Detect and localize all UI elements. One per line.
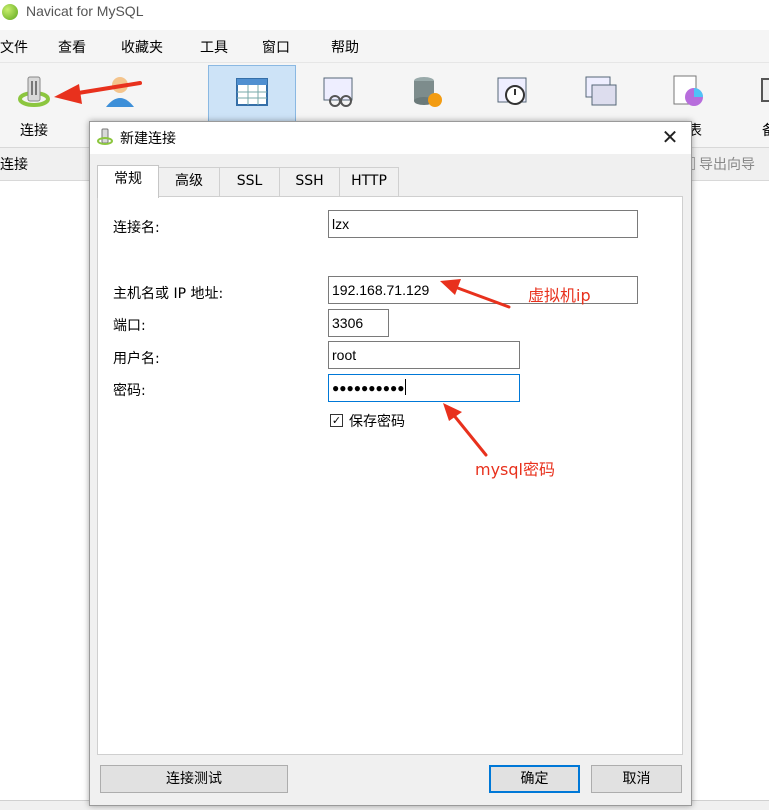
menu-view[interactable]: 查看 [58,37,86,57]
tab-advanced[interactable]: 高级 [158,167,220,196]
user-label: 用户名: [113,351,160,367]
port-label: 端口: [113,318,146,334]
cancel-button[interactable]: 取消 [591,765,682,793]
tab-ssh[interactable]: SSH [279,167,340,196]
menu-help[interactable]: 帮助 [331,37,359,57]
menu-file[interactable]: 文件 [0,37,28,57]
report-icon [673,75,703,106]
connection-pane-label: 连接 [0,157,28,173]
app-titlebar: Navicat for MySQL [0,0,769,28]
toolbar-connection-button[interactable]: 连接 [0,65,77,143]
connection-name-label: 连接名: [113,220,160,236]
save-password-checkbox[interactable]: ✓ [330,414,343,427]
ip-annotation: 虚拟机ip [528,286,591,305]
menu-bar: 文件 查看 收藏夹 工具 窗口 帮助 [0,30,769,63]
tab-general[interactable]: 常规 [97,165,159,198]
ok-button[interactable]: 确定 [489,765,580,793]
navicat-logo-icon [2,4,18,20]
password-value: ●●●●●●●●●● [332,381,405,395]
text-caret [405,379,407,395]
tab-http[interactable]: HTTP [339,167,399,196]
user-icon [106,77,134,107]
toolbar-label: 备份 [733,120,769,140]
password-label: 密码: [113,383,146,399]
mysql-password-annotation: mysql密码 [475,460,555,479]
backup-icon [761,78,769,102]
menu-window[interactable]: 窗口 [262,37,290,57]
toolbar-backup-button[interactable]: 备份 [733,65,769,143]
port-input[interactable]: 3306 [328,309,389,337]
toolbar-label: 连接 [20,123,48,139]
connection-icon [18,76,50,107]
tab-ssl[interactable]: SSL [219,167,280,196]
query-icon [585,76,617,106]
export-wizard-label: 导出向导 [699,157,755,173]
save-password-label: 保存密码 [349,414,405,430]
host-label: 主机名或 IP 地址: [113,286,224,302]
dialog-titlebar: 新建连接 ✕ [90,122,691,154]
table-icon [236,78,268,106]
export-wizard-button[interactable]: 导出向导 [682,154,755,174]
user-input[interactable]: root [328,341,520,369]
general-tab-panel: 连接名: lzx 主机名或 IP 地址: 192.168.71.129 端口: … [97,196,683,755]
new-connection-dialog: 新建连接 ✕ 常规 高级 SSL SSH HTTP 连接名: lzx 主机名或 … [89,121,692,806]
connection-name-input[interactable]: lzx [328,210,638,238]
close-icon[interactable]: ✕ [657,124,683,150]
app-title: Navicat for MySQL [26,3,144,19]
connection-icon [97,128,113,145]
dialog-title: 新建连接 [120,131,176,147]
event-icon [497,77,527,105]
menu-favorites[interactable]: 收藏夹 [121,37,163,57]
host-input[interactable]: 192.168.71.129 [328,276,638,304]
function-icon [414,77,442,107]
menu-tools[interactable]: 工具 [200,37,228,57]
password-input[interactable]: ●●●●●●●●●● [328,374,520,402]
test-connection-button[interactable]: 连接测试 [100,765,288,793]
view-icon [323,77,353,107]
